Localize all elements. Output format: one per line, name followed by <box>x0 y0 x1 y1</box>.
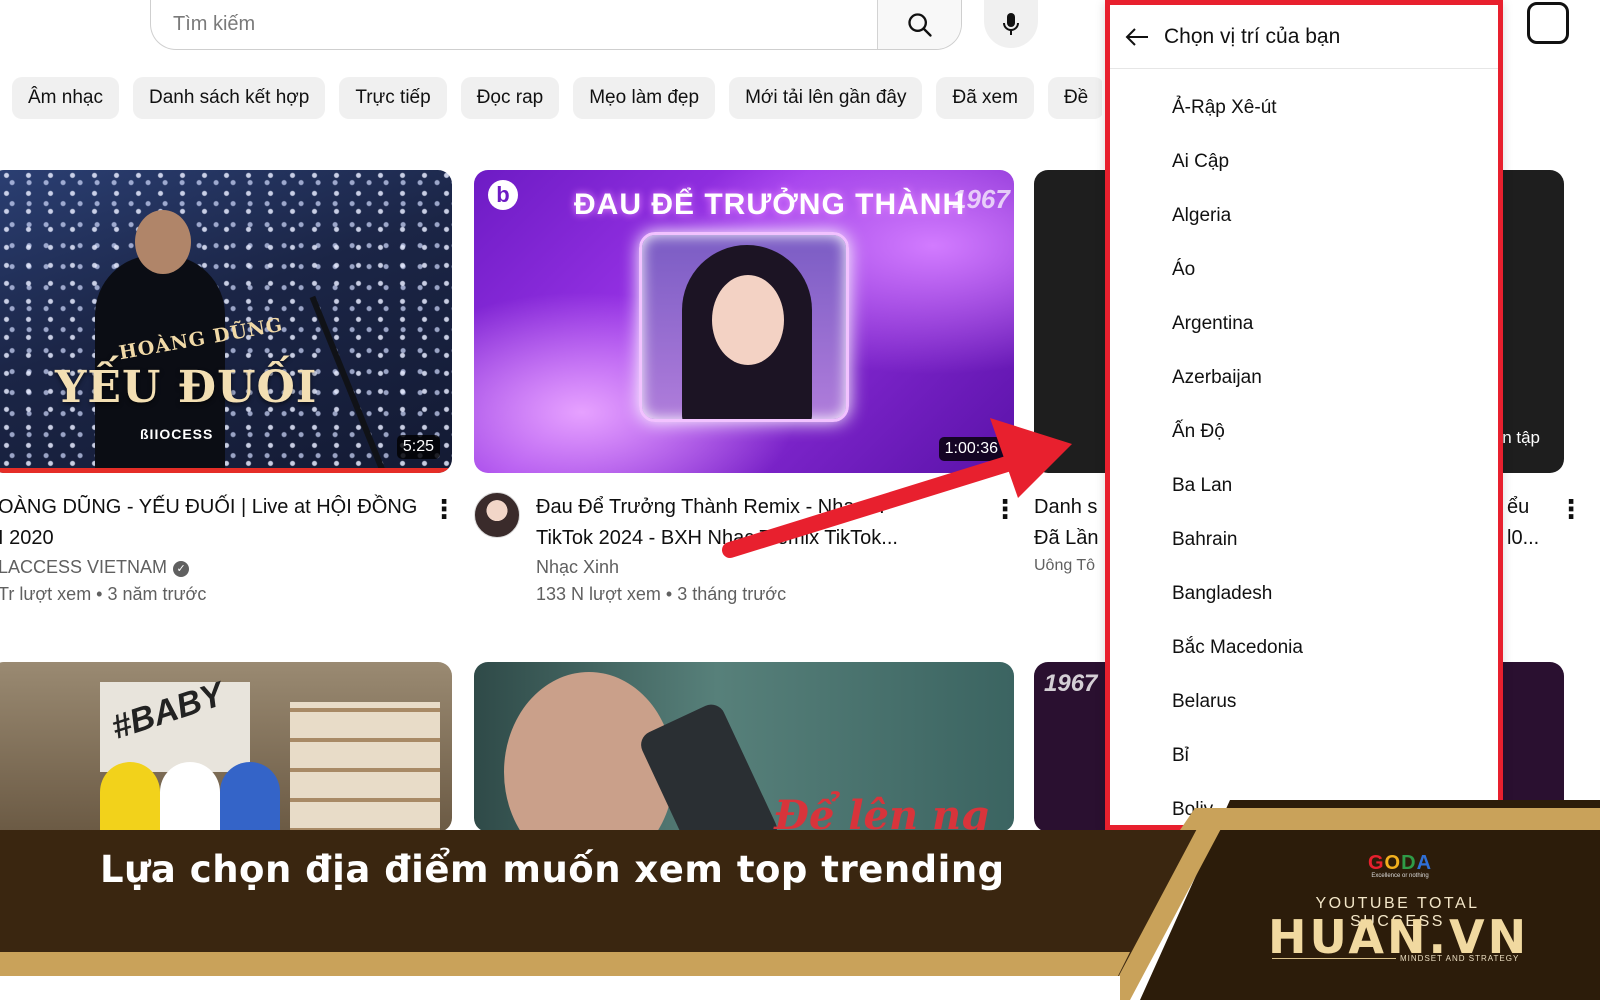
brand-tagline: MINDSET AND STRATEGY <box>1400 954 1520 963</box>
thumbnail-logo: ßIIOCESS <box>140 426 214 442</box>
country-option[interactable]: Áo <box>1110 243 1498 297</box>
chip-recently-uploaded[interactable]: Mới tải lên gần đây <box>729 77 923 119</box>
country-option[interactable]: Bahrain <box>1110 513 1498 567</box>
chip-mixes[interactable]: Danh sách kết hợp <box>132 77 326 119</box>
country-option[interactable]: Bỉ <box>1110 729 1498 783</box>
dialog-title: Chọn vị trí của bạn <box>1164 24 1341 48</box>
country-option[interactable]: Belarus <box>1110 675 1498 729</box>
more-options-button[interactable]: ⋮ <box>431 496 457 522</box>
goda-letter: G <box>1367 852 1385 874</box>
video-title-line: I 2020 <box>0 527 54 549</box>
portrait-face <box>712 275 784 365</box>
goda-logo: GODA Excellence or nothing <box>1365 852 1435 879</box>
verified-icon: ✓ <box>173 561 190 577</box>
duration-badge: 5:25 <box>396 435 440 459</box>
goda-tagline: Excellence or nothing <box>1371 873 1429 879</box>
watch-progress-bar <box>0 468 452 473</box>
goda-letter: A <box>1416 852 1433 874</box>
channel-name[interactable]: Nhạc Xinh <box>536 557 619 578</box>
microphone-icon <box>1003 13 1019 35</box>
video-title-right: ểu l0... <box>1507 492 1547 554</box>
thumbnail-title: ĐAU ĐỂ TRƯỞNG THÀNH <box>574 188 966 221</box>
video-title-line: OÀNG DŨNG - YẾU ĐUỐI | Live at HỘI ĐỒNG <box>0 496 418 518</box>
country-option[interactable]: Argentina <box>1110 297 1498 351</box>
country-option[interactable]: Ả-Rập Xê-út <box>1110 81 1498 135</box>
search-icon <box>907 12 932 37</box>
country-option[interactable]: Bắc Macedonia <box>1110 621 1498 675</box>
country-option[interactable]: Bangladesh <box>1110 567 1498 621</box>
channel-logo-icon: b <box>488 180 518 210</box>
thumbnail-portrait <box>639 232 849 422</box>
arrow-left-icon <box>1125 27 1148 46</box>
account-avatar[interactable] <box>1527 2 1569 44</box>
search-button[interactable] <box>877 0 961 49</box>
video-title[interactable]: OÀNG DŨNG - YẾU ĐUỐI | Live at HỘI ĐỒNG … <box>0 492 418 554</box>
channel-avatar[interactable] <box>474 492 520 538</box>
annotation-arrow-icon <box>722 418 1072 558</box>
banner-caption: Lựa chọn địa điểm muốn xem top trending <box>100 848 1005 891</box>
goda-letter: D <box>1401 852 1417 874</box>
back-button[interactable] <box>1110 5 1164 69</box>
video-thumbnail[interactable]: HOÀNG DŨNG YẾU ĐUỐI ßIIOCESS 5:25 <box>0 170 452 473</box>
chip-beauty-tips[interactable]: Mẹo làm đẹp <box>573 77 716 119</box>
thumbnail-logo: 1967 <box>1044 670 1098 697</box>
channel-name-text: LACCESS VIETNAM <box>0 557 168 577</box>
country-list: Ả-Rập Xê-út Ai Cập Algeria Áo Argentina … <box>1110 69 1498 825</box>
chip-rap[interactable]: Đọc rap <box>460 77 560 119</box>
mic-stand <box>309 295 387 473</box>
country-option[interactable]: Algeria <box>1110 189 1498 243</box>
filter-chips: Âm nhạc Danh sách kết hợp Trực tiếp Đọc rap… <box>12 77 1102 121</box>
singer-head <box>135 210 191 274</box>
chip-live[interactable]: Trực tiếp <box>339 77 447 119</box>
location-picker-dialog: Chọn vị trí của bạn Ả-Rập Xê-út Ai Cập A… <box>1105 0 1503 830</box>
country-option[interactable]: Ba Lan <box>1110 459 1498 513</box>
voice-search-button[interactable] <box>984 0 1038 48</box>
country-option[interactable]: Ấn Độ <box>1110 405 1498 459</box>
more-options-button[interactable]: ⋮ <box>1558 496 1584 522</box>
country-option[interactable]: Azerbaijan <box>1110 351 1498 405</box>
search-bar <box>150 0 962 50</box>
video-title-line: ểu <box>1507 496 1530 518</box>
chip-music[interactable]: Âm nhạc <box>12 77 119 119</box>
video-meta: 133 N lượt xem • 3 tháng trước <box>536 584 787 604</box>
brand-divider <box>1272 958 1396 959</box>
video-meta: Tr lượt xem • 3 năm trước <box>0 584 207 604</box>
thumbnail-logo: 1967 <box>952 184 1010 214</box>
goda-logo-word: GODA <box>1365 852 1435 875</box>
search-input[interactable] <box>151 0 877 49</box>
country-option[interactable]: Ai Cập <box>1110 135 1498 189</box>
channel-name[interactable]: LACCESS VIETNAM ✓ <box>0 557 190 578</box>
video-title-line: l0... <box>1507 527 1540 549</box>
goda-letter: O <box>1384 852 1402 874</box>
chip-more[interactable]: Đề <box>1047 77 1102 119</box>
thumbnail-title: YẾU ĐUỐI <box>55 362 318 413</box>
dialog-header: Chọn vị trí của bạn <box>1110 5 1498 69</box>
chip-watched[interactable]: Đã xem <box>936 77 1034 119</box>
